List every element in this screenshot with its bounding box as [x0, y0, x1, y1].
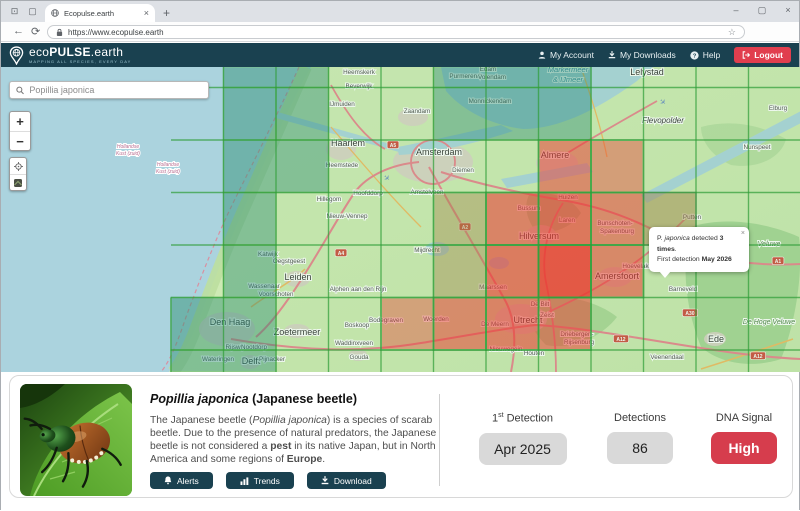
tab-overview-icon[interactable]: ▢	[27, 6, 38, 17]
app-logo[interactable]: ecoPULSE.earth MAPPING ALL SPECIES, EVER…	[9, 46, 131, 65]
zoom-control: + −	[9, 111, 31, 151]
tooltip-line2: First detection May 2026	[657, 255, 741, 266]
browser-tab[interactable]: Ecopulse.earth ×	[45, 4, 155, 22]
map-label: Kust (zuid)	[156, 169, 180, 175]
download-button[interactable]: Download	[307, 472, 386, 489]
user-icon	[538, 51, 546, 59]
logo-domain: .earth	[91, 45, 124, 59]
search-icon	[16, 86, 24, 95]
logo-pulse: PULSE	[49, 45, 91, 59]
map-grid	[171, 67, 800, 372]
ecopulse-pin-icon	[9, 46, 24, 65]
map-label: Hollandse	[157, 162, 179, 168]
tab-title: Ecopulse.earth	[64, 9, 139, 18]
grid-tint	[224, 67, 800, 372]
stat-value: High	[711, 432, 777, 464]
back-button[interactable]: ←	[13, 25, 24, 37]
bell-icon	[164, 476, 172, 485]
map-label: Kust (zuid)	[116, 151, 140, 157]
search-input[interactable]	[29, 85, 202, 95]
stat-label: DNA Signal	[694, 412, 794, 424]
menu-help[interactable]: ? Help	[690, 50, 720, 60]
grid-tint	[171, 298, 224, 373]
stat-value: 86	[607, 432, 673, 464]
species-title: Popillia japonica (Japanese beetle)	[150, 392, 357, 406]
stat-first-detection: 1st Detection Apr 2025	[470, 412, 575, 465]
window-close-button[interactable]: ×	[781, 5, 795, 15]
logo-tagline: MAPPING ALL SPECIES, EVERY DAY	[29, 60, 131, 64]
detection-tooltip: × P. japonica detected 3 times. First de…	[649, 227, 749, 272]
menu-my-account[interactable]: My Account	[538, 50, 594, 60]
tooltip-close-icon[interactable]: ×	[741, 229, 745, 240]
species-photo	[20, 384, 132, 496]
download-icon	[321, 476, 329, 485]
url-text: https://www.ecopulse.earth	[68, 28, 723, 37]
zoom-in-button[interactable]: +	[10, 112, 30, 131]
map-container[interactable]: AmsterdamDen HaagUtrechtHaarlemAlmereZoe…	[1, 67, 800, 372]
reload-button[interactable]: ⟳	[31, 25, 40, 38]
geolocate-icon	[14, 162, 23, 171]
geolocate-button[interactable]	[10, 158, 26, 174]
zoom-out-button[interactable]: −	[10, 131, 30, 150]
browser-toolbar: ← ⟳ https://www.ecopulse.earth ☆	[1, 22, 799, 42]
trends-button[interactable]: Trends	[226, 472, 294, 489]
layers-icon	[13, 178, 23, 188]
tab-workspaces-icon[interactable]: ⊡	[9, 6, 20, 17]
tab-close-icon[interactable]: ×	[144, 8, 149, 18]
logout-button[interactable]: Logout	[734, 47, 791, 63]
species-search[interactable]	[9, 81, 209, 99]
app-navbar: ecoPULSE.earth MAPPING ALL SPECIES, EVER…	[1, 43, 799, 67]
lock-icon	[56, 28, 63, 37]
alerts-button[interactable]: Alerts	[150, 472, 213, 489]
tooltip-line1: P. japonica detected 3 times.	[657, 234, 741, 255]
address-bar[interactable]: https://www.ecopulse.earth ☆	[47, 25, 745, 39]
window-maximize-button[interactable]: ▢	[755, 5, 769, 16]
globe-favicon	[51, 9, 59, 17]
tooltip-tail	[659, 271, 671, 278]
logout-icon	[742, 51, 750, 59]
download-icon	[608, 51, 616, 59]
stat-dna-signal: DNA Signal High	[694, 412, 794, 464]
new-tab-button[interactable]: +	[163, 6, 170, 20]
stat-label: 1st Detection	[470, 412, 575, 425]
map-extra-controls	[9, 157, 27, 191]
layers-button[interactable]	[10, 174, 26, 190]
stat-detections: Detections 86	[590, 412, 690, 464]
help-icon: ?	[690, 51, 699, 60]
species-card: Popillia japonica (Japanese beetle) The …	[9, 375, 793, 498]
logo-eco: eco	[29, 45, 49, 59]
window-minimize-button[interactable]: –	[729, 5, 743, 15]
browser-tabstrip: ⊡ ▢ Ecopulse.earth × + – ▢ ×	[1, 1, 799, 22]
stat-value: Apr 2025	[479, 433, 567, 465]
stat-label: Detections	[590, 412, 690, 424]
browser-window: ⊡ ▢ Ecopulse.earth × + – ▢ × ← ⟳ https:/…	[0, 0, 800, 510]
panel-divider	[439, 394, 440, 486]
action-buttons: Alerts Trends Download	[150, 472, 386, 489]
species-description: The Japanese beetle (Popillia japonica) …	[150, 414, 442, 466]
info-panel: Popillia japonica (Japanese beetle) The …	[1, 372, 799, 511]
map-label: Hollandse	[117, 144, 139, 150]
map-canvas[interactable]: AmsterdamDen HaagUtrechtHaarlemAlmereZoe…	[1, 67, 800, 372]
menu-my-downloads[interactable]: My Downloads	[608, 50, 676, 60]
svg-text:?: ?	[692, 53, 696, 59]
trends-icon	[240, 477, 249, 485]
bookmark-star-icon[interactable]: ☆	[728, 27, 736, 38]
